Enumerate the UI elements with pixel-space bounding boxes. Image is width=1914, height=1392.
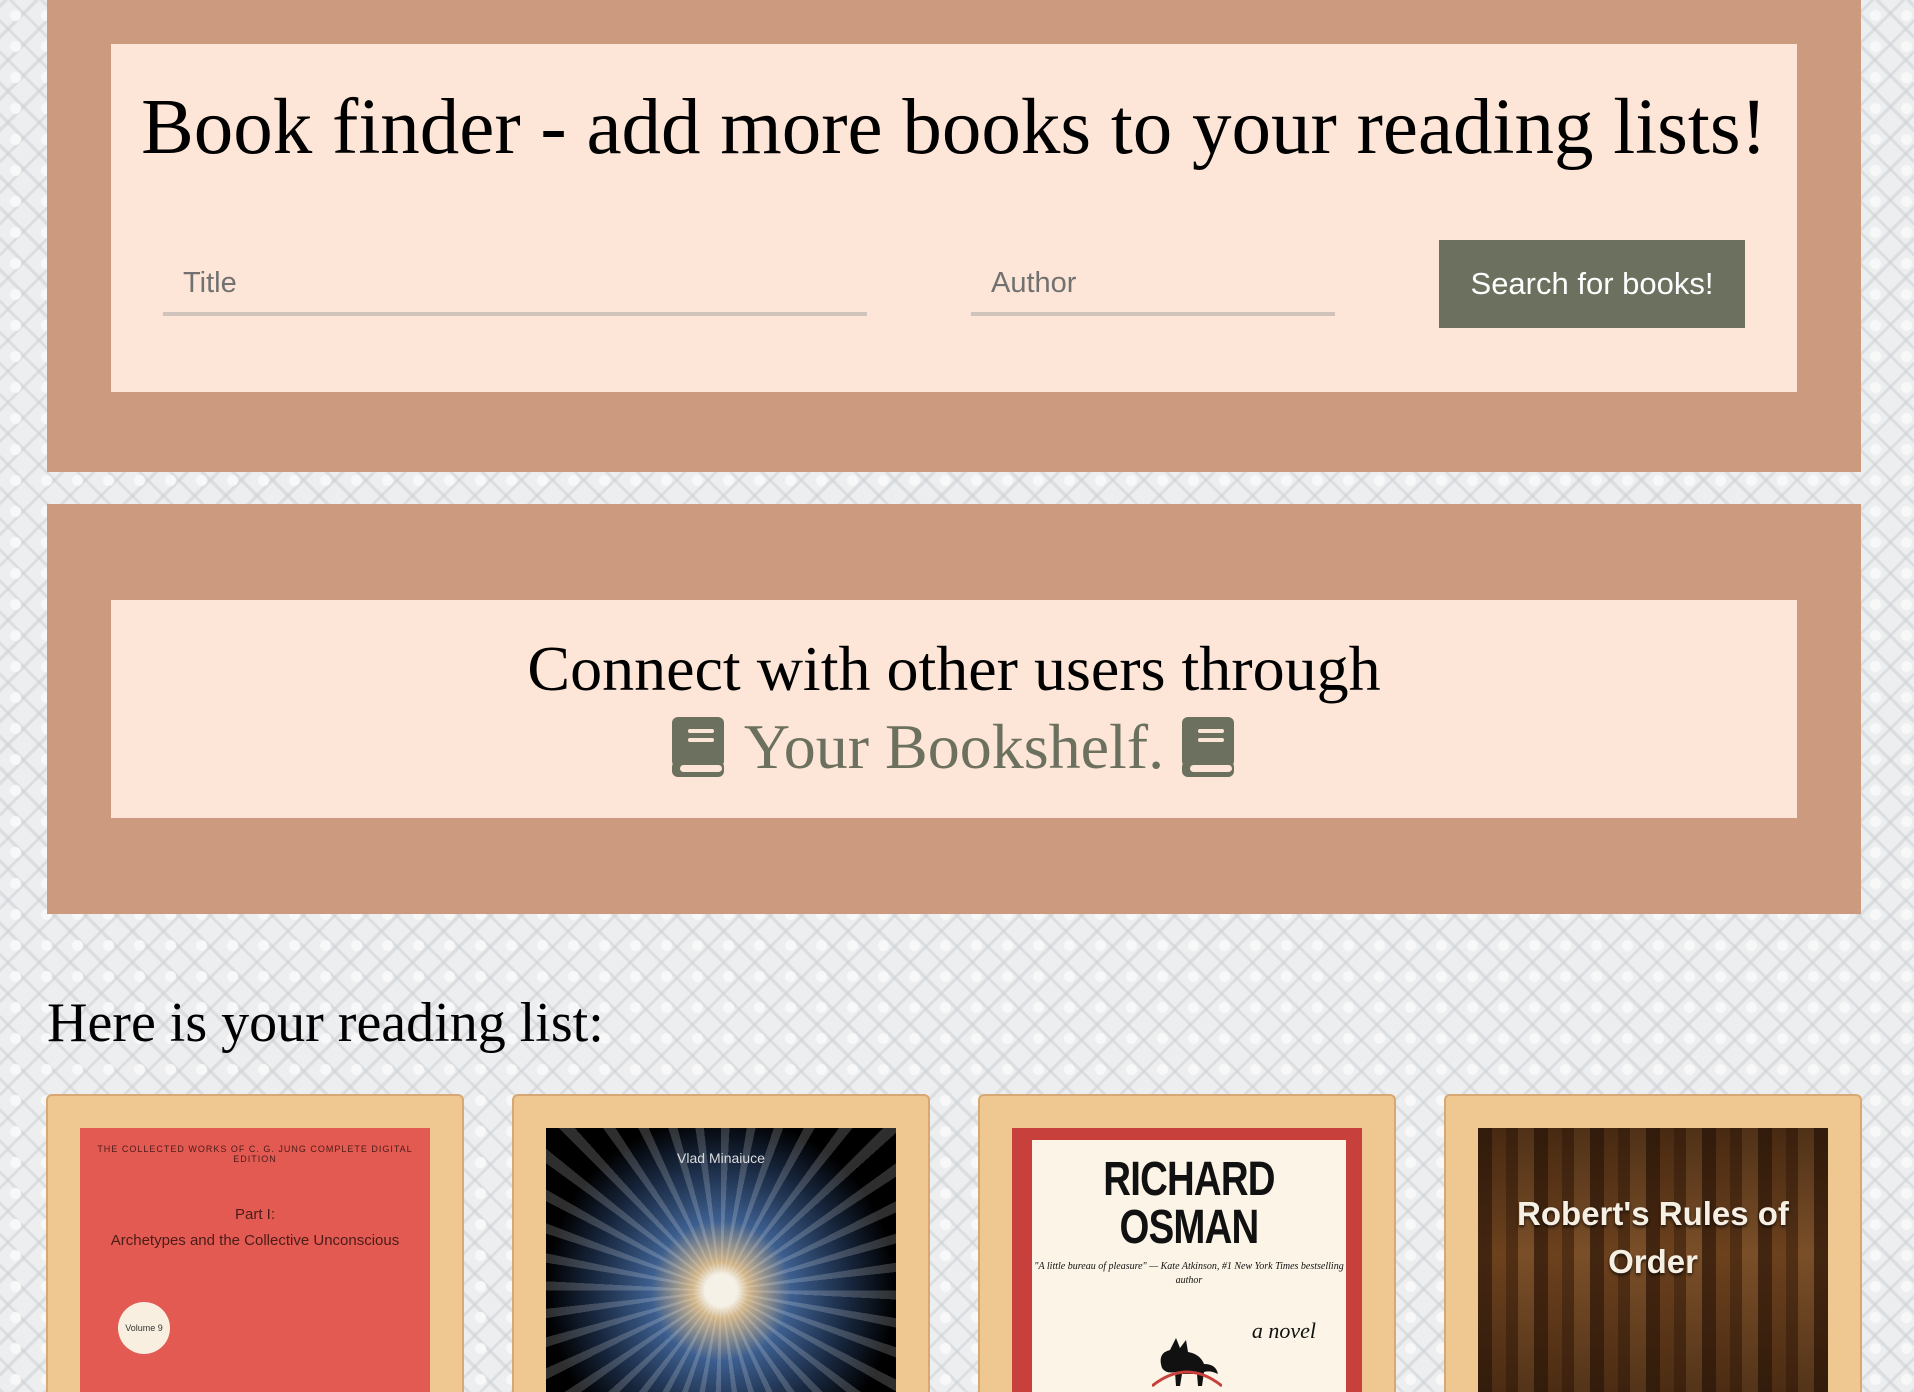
book-icon: [1182, 717, 1235, 777]
cover-quote: "A little bureau of pleasure" — Kate Atk…: [1034, 1261, 1344, 1286]
connect-message: Connect with other users through Your Bo…: [111, 630, 1797, 786]
brand-line: Your Bookshelf.: [111, 708, 1797, 786]
connect-line: Connect with other users through: [527, 633, 1381, 704]
cover-volume-badge: Volume 9: [118, 1302, 170, 1354]
book-cover[interactable]: Vlad Minaiuce: [546, 1128, 896, 1392]
book-finder-box: Book finder - add more books to your rea…: [111, 44, 1797, 392]
author-input[interactable]: [971, 254, 1335, 316]
cover-title-text: Part I: Archetypes and the Collective Un…: [80, 1202, 430, 1254]
title-input[interactable]: [163, 254, 867, 316]
book-finder-title: Book finder - add more books to your rea…: [141, 84, 1767, 171]
book-card[interactable]: RICHARD OSMAN "A little bureau of pleasu…: [978, 1094, 1396, 1392]
cover-subtitle: Archetypes and the Collective Unconsciou…: [110, 1232, 400, 1249]
cover-series-text: THE COLLECTED WORKS OF C. G. JUNG COMPLE…: [97, 1144, 413, 1164]
book-card[interactable]: Vlad Minaiuce: [512, 1094, 930, 1392]
cover-tag: a novel: [1251, 1318, 1316, 1343]
book-cover[interactable]: Robert's Rules of Order: [1478, 1128, 1828, 1392]
book-finder-panel: Book finder - add more books to your rea…: [47, 0, 1861, 472]
cover-paper: RICHARD OSMAN "A little bureau of pleasu…: [1032, 1140, 1346, 1392]
book-cover[interactable]: RICHARD OSMAN "A little bureau of pleasu…: [1012, 1128, 1362, 1392]
fox-icon: [1152, 1338, 1222, 1388]
brand-name[interactable]: Your Bookshelf.: [744, 708, 1164, 786]
connect-panel: Connect with other users through Your Bo…: [47, 504, 1861, 914]
cover-author: RICHARD OSMAN: [1103, 1153, 1275, 1254]
search-books-button[interactable]: Search for books!: [1439, 240, 1745, 328]
cover-author: Vlad Minaiuce: [677, 1150, 765, 1166]
cover-title: Robert's Rules of Order: [1517, 1195, 1789, 1280]
cover-part: Part I:: [234, 1206, 275, 1223]
book-cover[interactable]: THE COLLECTED WORKS OF C. G. JUNG COMPLE…: [80, 1128, 430, 1392]
book-card[interactable]: Robert's Rules of Order: [1444, 1094, 1862, 1392]
connect-box: Connect with other users through Your Bo…: [111, 600, 1797, 818]
book-card[interactable]: THE COLLECTED WORKS OF C. G. JUNG COMPLE…: [46, 1094, 464, 1392]
reading-list-heading: Here is your reading list:: [47, 992, 604, 1054]
book-icon: [671, 717, 724, 777]
